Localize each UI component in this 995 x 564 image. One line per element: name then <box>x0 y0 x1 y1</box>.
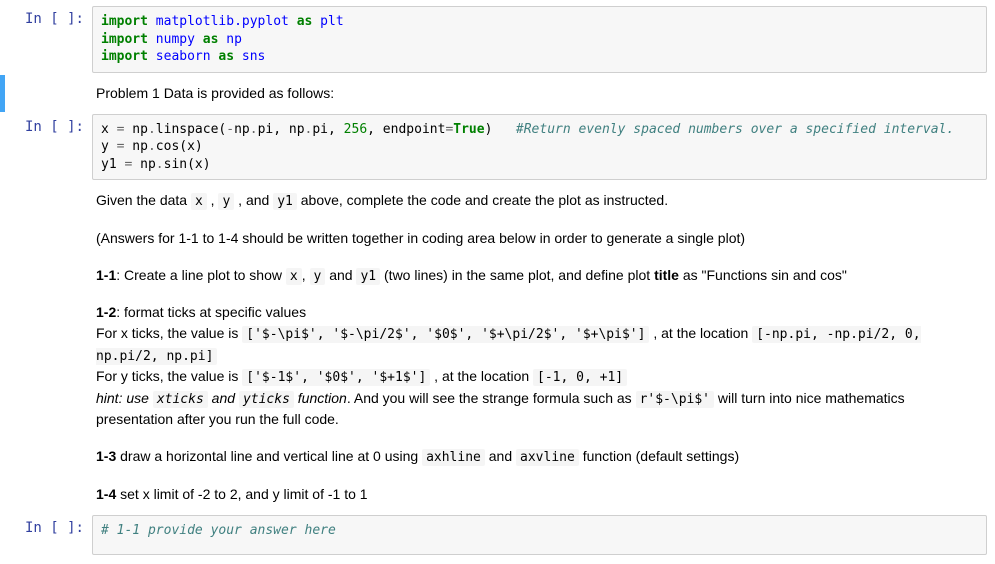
code-literal: axhline <box>422 449 485 466</box>
code-cell-2: In [ ]: x = np.linspace(-np.pi, np.pi, 2… <box>0 112 995 183</box>
code-input-area[interactable]: x = np.linspace(-np.pi, np.pi, 256, endp… <box>92 114 987 181</box>
code-literal: [-1, 0, +1] <box>533 369 627 386</box>
code-literal: r'$-\pi$' <box>636 391 714 408</box>
prompt-empty <box>0 184 92 511</box>
code-literal: axvline <box>516 449 579 466</box>
code-content: x = np.linspace(-np.pi, np.pi, 256, endp… <box>92 114 987 181</box>
markdown-cell-problem-intro[interactable]: Problem 1 Data is provided as follows: <box>0 75 995 112</box>
code-literal: y1 <box>273 193 297 210</box>
markdown-cell-instructions[interactable]: Given the data x , y , and y1 above, com… <box>0 182 995 513</box>
code-literal: x <box>191 193 207 210</box>
markdown-content: Given the data x , y , and y1 above, com… <box>92 184 987 511</box>
code-literal: ['$-\pi$', '$-\pi/2$', '$0$', '$+\pi/2$'… <box>242 326 649 343</box>
prompt-label: In [ ]: <box>0 114 92 181</box>
code-literal: yticks <box>239 391 294 408</box>
code-content: # 1-1 provide your answer here <box>92 515 987 555</box>
code-input-area[interactable]: import matplotlib.pyplot as plt import n… <box>92 6 987 73</box>
prompt-label: In [ ]: <box>0 515 92 555</box>
code-content: import matplotlib.pyplot as plt import n… <box>92 6 987 73</box>
code-literal: y <box>310 268 326 285</box>
markdown-content: Problem 1 Data is provided as follows: <box>92 77 987 110</box>
code-literal: y <box>218 193 234 210</box>
code-input-area[interactable]: # 1-1 provide your answer here <box>92 515 987 555</box>
code-literal: x <box>286 268 302 285</box>
code-cell-3: In [ ]: # 1-1 provide your answer here <box>0 513 995 557</box>
code-literal: xticks <box>153 391 208 408</box>
prompt-label: In [ ]: <box>0 6 92 73</box>
code-literal: ['$-1$', '$0$', '$+1$'] <box>242 369 430 386</box>
prompt-empty <box>0 77 92 110</box>
code-cell-1: In [ ]: import matplotlib.pyplot as plt … <box>0 4 995 75</box>
code-literal: y1 <box>356 268 380 285</box>
